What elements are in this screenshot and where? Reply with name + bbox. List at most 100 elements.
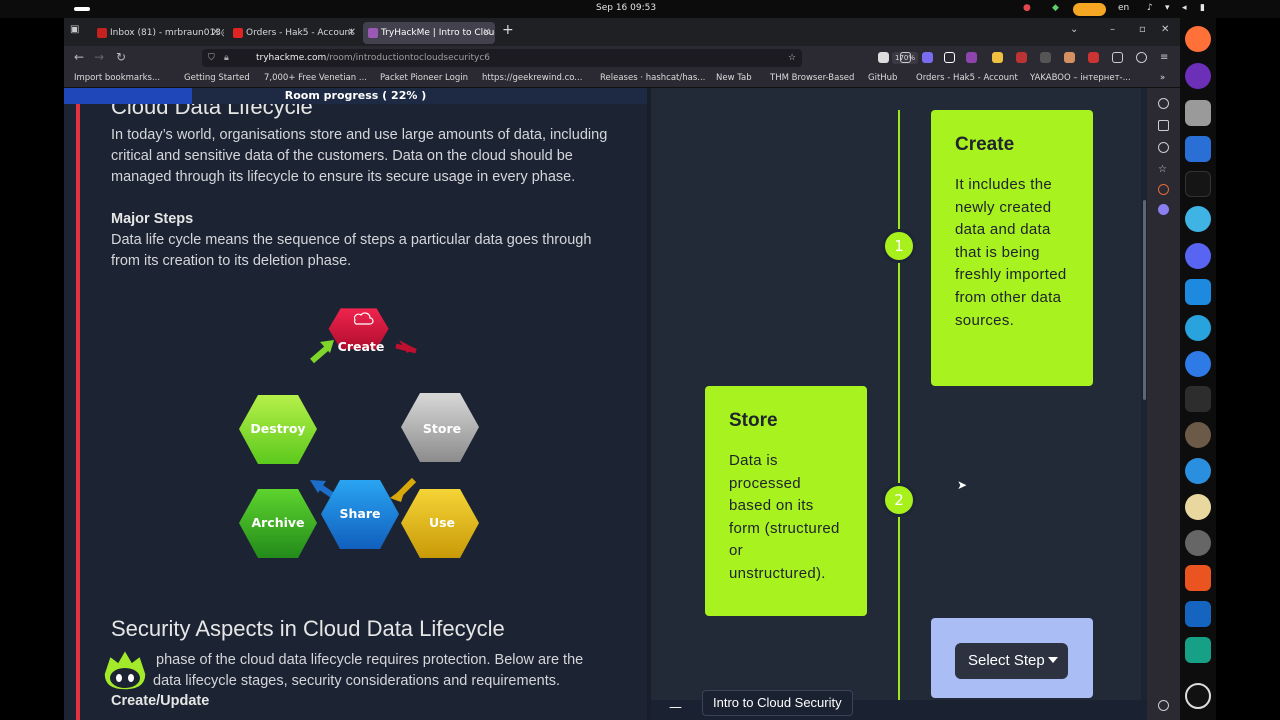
bookmark-item[interactable]: https://geekrewind.co... (482, 73, 582, 83)
help-icon[interactable] (1185, 351, 1211, 377)
card-description: Data is processed based on its form (str… (729, 452, 840, 582)
writer-icon[interactable] (1185, 136, 1211, 162)
terminal-icon[interactable] (1185, 386, 1211, 412)
extension-gear-icon[interactable] (1136, 52, 1147, 63)
extension-page-icon[interactable] (1112, 52, 1123, 63)
close-window-button[interactable]: ✕ (1161, 24, 1169, 35)
room-bottom-bar: — Intro to Cloud Security (651, 690, 1147, 720)
rhythmbox-icon[interactable] (1185, 494, 1211, 520)
extension-record-icon[interactable] (1088, 52, 1099, 63)
forward-button[interactable]: → (94, 50, 104, 64)
extension-dark-icon[interactable] (1040, 52, 1051, 63)
tor-browser-icon[interactable] (1185, 63, 1211, 89)
extension-puzzle-icon[interactable] (900, 52, 911, 63)
sidebar-settings-icon[interactable] (1158, 700, 1169, 711)
firefox-icon[interactable] (1185, 26, 1211, 52)
app-center-icon[interactable] (1185, 565, 1211, 591)
discord-icon[interactable] (1185, 243, 1211, 269)
sidebar-history-icon[interactable] (1158, 142, 1169, 153)
sidebar-tabs-icon[interactable] (1158, 120, 1169, 131)
close-icon[interactable]: ✕ (483, 22, 491, 44)
bookmark-item[interactable]: Releases · hashcat/has... (600, 73, 705, 83)
lock-icon[interactable]: 🔒︎ (224, 49, 229, 67)
address-bar[interactable]: ⛉ 🔒︎ tryhackme.com/room/introductiontocl… (202, 49, 918, 67)
back-button[interactable]: ← (74, 50, 84, 64)
bookmark-item[interactable]: Packet Pioneer Login (380, 73, 468, 83)
bookmark-item[interactable]: YAKABOO – інтернет-... (1030, 73, 1131, 83)
minimize-panel-button[interactable]: — (669, 700, 682, 715)
bookmark-item[interactable]: 7,000+ Free Venetian ... (264, 73, 367, 83)
screen-edge (1216, 18, 1280, 720)
record-icon[interactable]: ● (1023, 3, 1031, 13)
browser-sidebar: ☆ (1147, 88, 1180, 720)
battery-icon[interactable]: ▮ (1200, 3, 1205, 13)
page-content: Cloud Data Lifecycle In today’s world, o… (64, 88, 1180, 720)
thunderbird-icon[interactable] (1185, 458, 1211, 484)
extension-square-icon[interactable] (944, 52, 955, 63)
extension-violet-icon[interactable] (966, 52, 977, 63)
select-step-dropdown[interactable]: Select Step (955, 643, 1068, 679)
room-title-chip[interactable]: Intro to Cloud Security (702, 690, 853, 716)
card-title: Create (955, 134, 1015, 155)
wireshark-icon[interactable] (1185, 601, 1211, 627)
minimize-button[interactable]: – (1110, 24, 1115, 35)
menu-icon[interactable]: ≡ (1160, 52, 1171, 63)
close-icon[interactable]: ✕ (348, 22, 356, 44)
extension-red-icon[interactable] (1016, 52, 1027, 63)
show-apps-icon[interactable] (1185, 683, 1211, 709)
gmail-icon (97, 28, 107, 38)
timeline-card-store: Store Data is processed based on its for… (705, 386, 867, 616)
tab-tryhackme[interactable]: TryHackMe | Intro to Cloud ✕ (363, 22, 495, 44)
bookmark-item[interactable]: THM Browser-Based (770, 73, 854, 83)
weather-icon[interactable] (1185, 206, 1211, 232)
bookmark-item[interactable]: Getting Started (184, 73, 250, 83)
tab-hak5[interactable]: Orders - Hak5 - Account ✕ (228, 22, 360, 44)
url-host: tryhackme.com (256, 53, 327, 63)
tradingview-icon[interactable] (1185, 171, 1211, 197)
extension-m-icon[interactable] (878, 52, 889, 63)
extension-avatar-icon[interactable] (1064, 52, 1075, 63)
extension-yellow-icon[interactable] (992, 52, 1003, 63)
volume-icon[interactable]: ◂ (1182, 3, 1187, 13)
navigation-bar: ← → ↻ ⛉ 🔒︎ tryhackme.com/room/introducti… (64, 46, 1180, 70)
label-store: Store (423, 421, 461, 436)
close-icon[interactable]: ✕ (212, 22, 220, 44)
extension-purple-icon[interactable] (922, 52, 933, 63)
language-indicator[interactable]: en (1118, 3, 1129, 13)
sidebar-extension-icon[interactable] (1158, 184, 1169, 195)
scrollbar-thumb[interactable] (1143, 200, 1146, 400)
tryhackme-assistant-icon[interactable] (100, 648, 150, 692)
activities-indicator[interactable] (74, 7, 90, 11)
maximize-button[interactable]: ▫ (1139, 24, 1146, 35)
bookmarks-overflow-icon[interactable]: » (1160, 73, 1165, 83)
updates-icon[interactable] (1185, 530, 1211, 556)
shield-icon[interactable]: ⛉ (208, 49, 215, 67)
chevron-down-icon[interactable]: ⌄ (1070, 24, 1078, 35)
tab-gmail[interactable]: Inbox (81) - mrbraun013@ ✕ (92, 22, 224, 44)
vscode-icon[interactable] (1185, 279, 1211, 305)
os-dock (1180, 18, 1216, 720)
telegram-icon[interactable] (1185, 315, 1211, 341)
bookmark-item[interactable]: Import bookmarks... (74, 73, 160, 83)
new-tab-button[interactable]: + (502, 22, 514, 38)
sidebar-bookmarks-icon[interactable]: ☆ (1158, 164, 1169, 175)
bolt-app-icon[interactable] (1185, 637, 1211, 663)
tab-strip: ▣ Inbox (81) - mrbraun013@ ✕ Orders - Ha… (64, 18, 1180, 46)
tab-list-icon[interactable]: ▣ (70, 24, 79, 35)
reload-button[interactable]: ↻ (116, 50, 126, 64)
major-steps-heading: Major Steps (111, 211, 194, 227)
sidebar-ai-icon[interactable] (1158, 98, 1169, 109)
bookmark-star-icon[interactable]: ☆ (788, 49, 796, 67)
files-icon[interactable] (1185, 100, 1211, 126)
bookmarks-bar: Import bookmarks... Getting Started 7,00… (64, 70, 1180, 88)
sidebar-purple-icon[interactable] (1158, 204, 1169, 215)
microphone-icon[interactable]: ♪ (1147, 3, 1153, 13)
wifi-icon[interactable]: ▾ (1165, 3, 1170, 13)
shield-icon[interactable]: ◆ (1052, 3, 1059, 13)
gimp-icon[interactable] (1185, 422, 1211, 448)
bookmark-item[interactable]: GitHub (868, 73, 897, 83)
bookmark-item[interactable]: Orders - Hak5 - Account (916, 73, 1018, 83)
bookmark-item[interactable]: New Tab (716, 73, 752, 83)
notification-pill[interactable] (1073, 3, 1106, 16)
system-clock[interactable]: Sep 16 09:53 (596, 3, 656, 13)
